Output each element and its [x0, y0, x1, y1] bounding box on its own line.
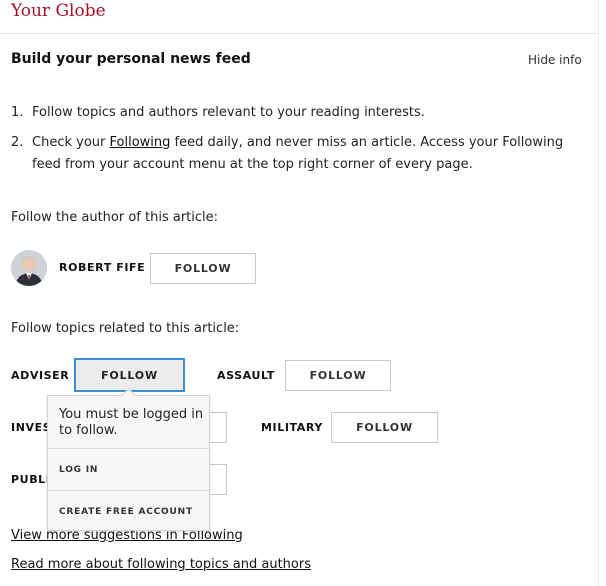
topic-label-military: MILITARY [261, 421, 323, 434]
topic-label-inves: INVES [11, 421, 52, 434]
title-divider [0, 33, 598, 34]
create-free-account-link[interactable]: CREATE FREE ACCOUNT [59, 506, 193, 518]
tooltip-divider [48, 490, 209, 491]
author-name: ROBERT FIFE [59, 261, 146, 274]
follow-assault-button[interactable]: FOLLOW [285, 360, 391, 391]
read-more-link[interactable]: Read more about following topics and aut… [11, 556, 311, 574]
following-feed-link[interactable]: Following [110, 135, 171, 150]
login-required-message: You must be logged in to follow. [59, 407, 204, 438]
topic-label-assault: ASSAULT [217, 369, 275, 382]
follow-author-button[interactable]: FOLLOW [150, 253, 256, 284]
tooltip-divider [48, 448, 209, 449]
log-in-link[interactable]: LOG IN [59, 464, 98, 476]
your-globe-panel: Your Globe Build your personal news feed… [0, 0, 599, 586]
avatar [11, 250, 47, 286]
login-tooltip: You must be logged in to follow. LOG IN … [47, 395, 210, 531]
feed-steps-list: 1. Follow topics and authors relevant to… [11, 102, 586, 184]
follow-adviser-button[interactable]: FOLLOW [74, 358, 185, 392]
feed-info-title: Build your personal news feed [11, 51, 251, 67]
follow-military-button[interactable]: FOLLOW [331, 412, 438, 443]
author-section-label: Follow the author of this article: [11, 210, 219, 225]
list-item: 2. Check your Following feed daily, and … [11, 135, 564, 172]
hide-info-link[interactable]: Hide info [528, 52, 582, 68]
list-item: 1. Follow topics and authors relevant to… [11, 105, 425, 120]
topics-section-label: Follow topics related to this article: [11, 321, 240, 336]
topic-label-publi: PUBLI [11, 473, 51, 486]
page-title: Your Globe [11, 1, 106, 21]
topic-label-adviser: ADVISER [11, 369, 70, 382]
author-photo-icon [11, 250, 47, 286]
